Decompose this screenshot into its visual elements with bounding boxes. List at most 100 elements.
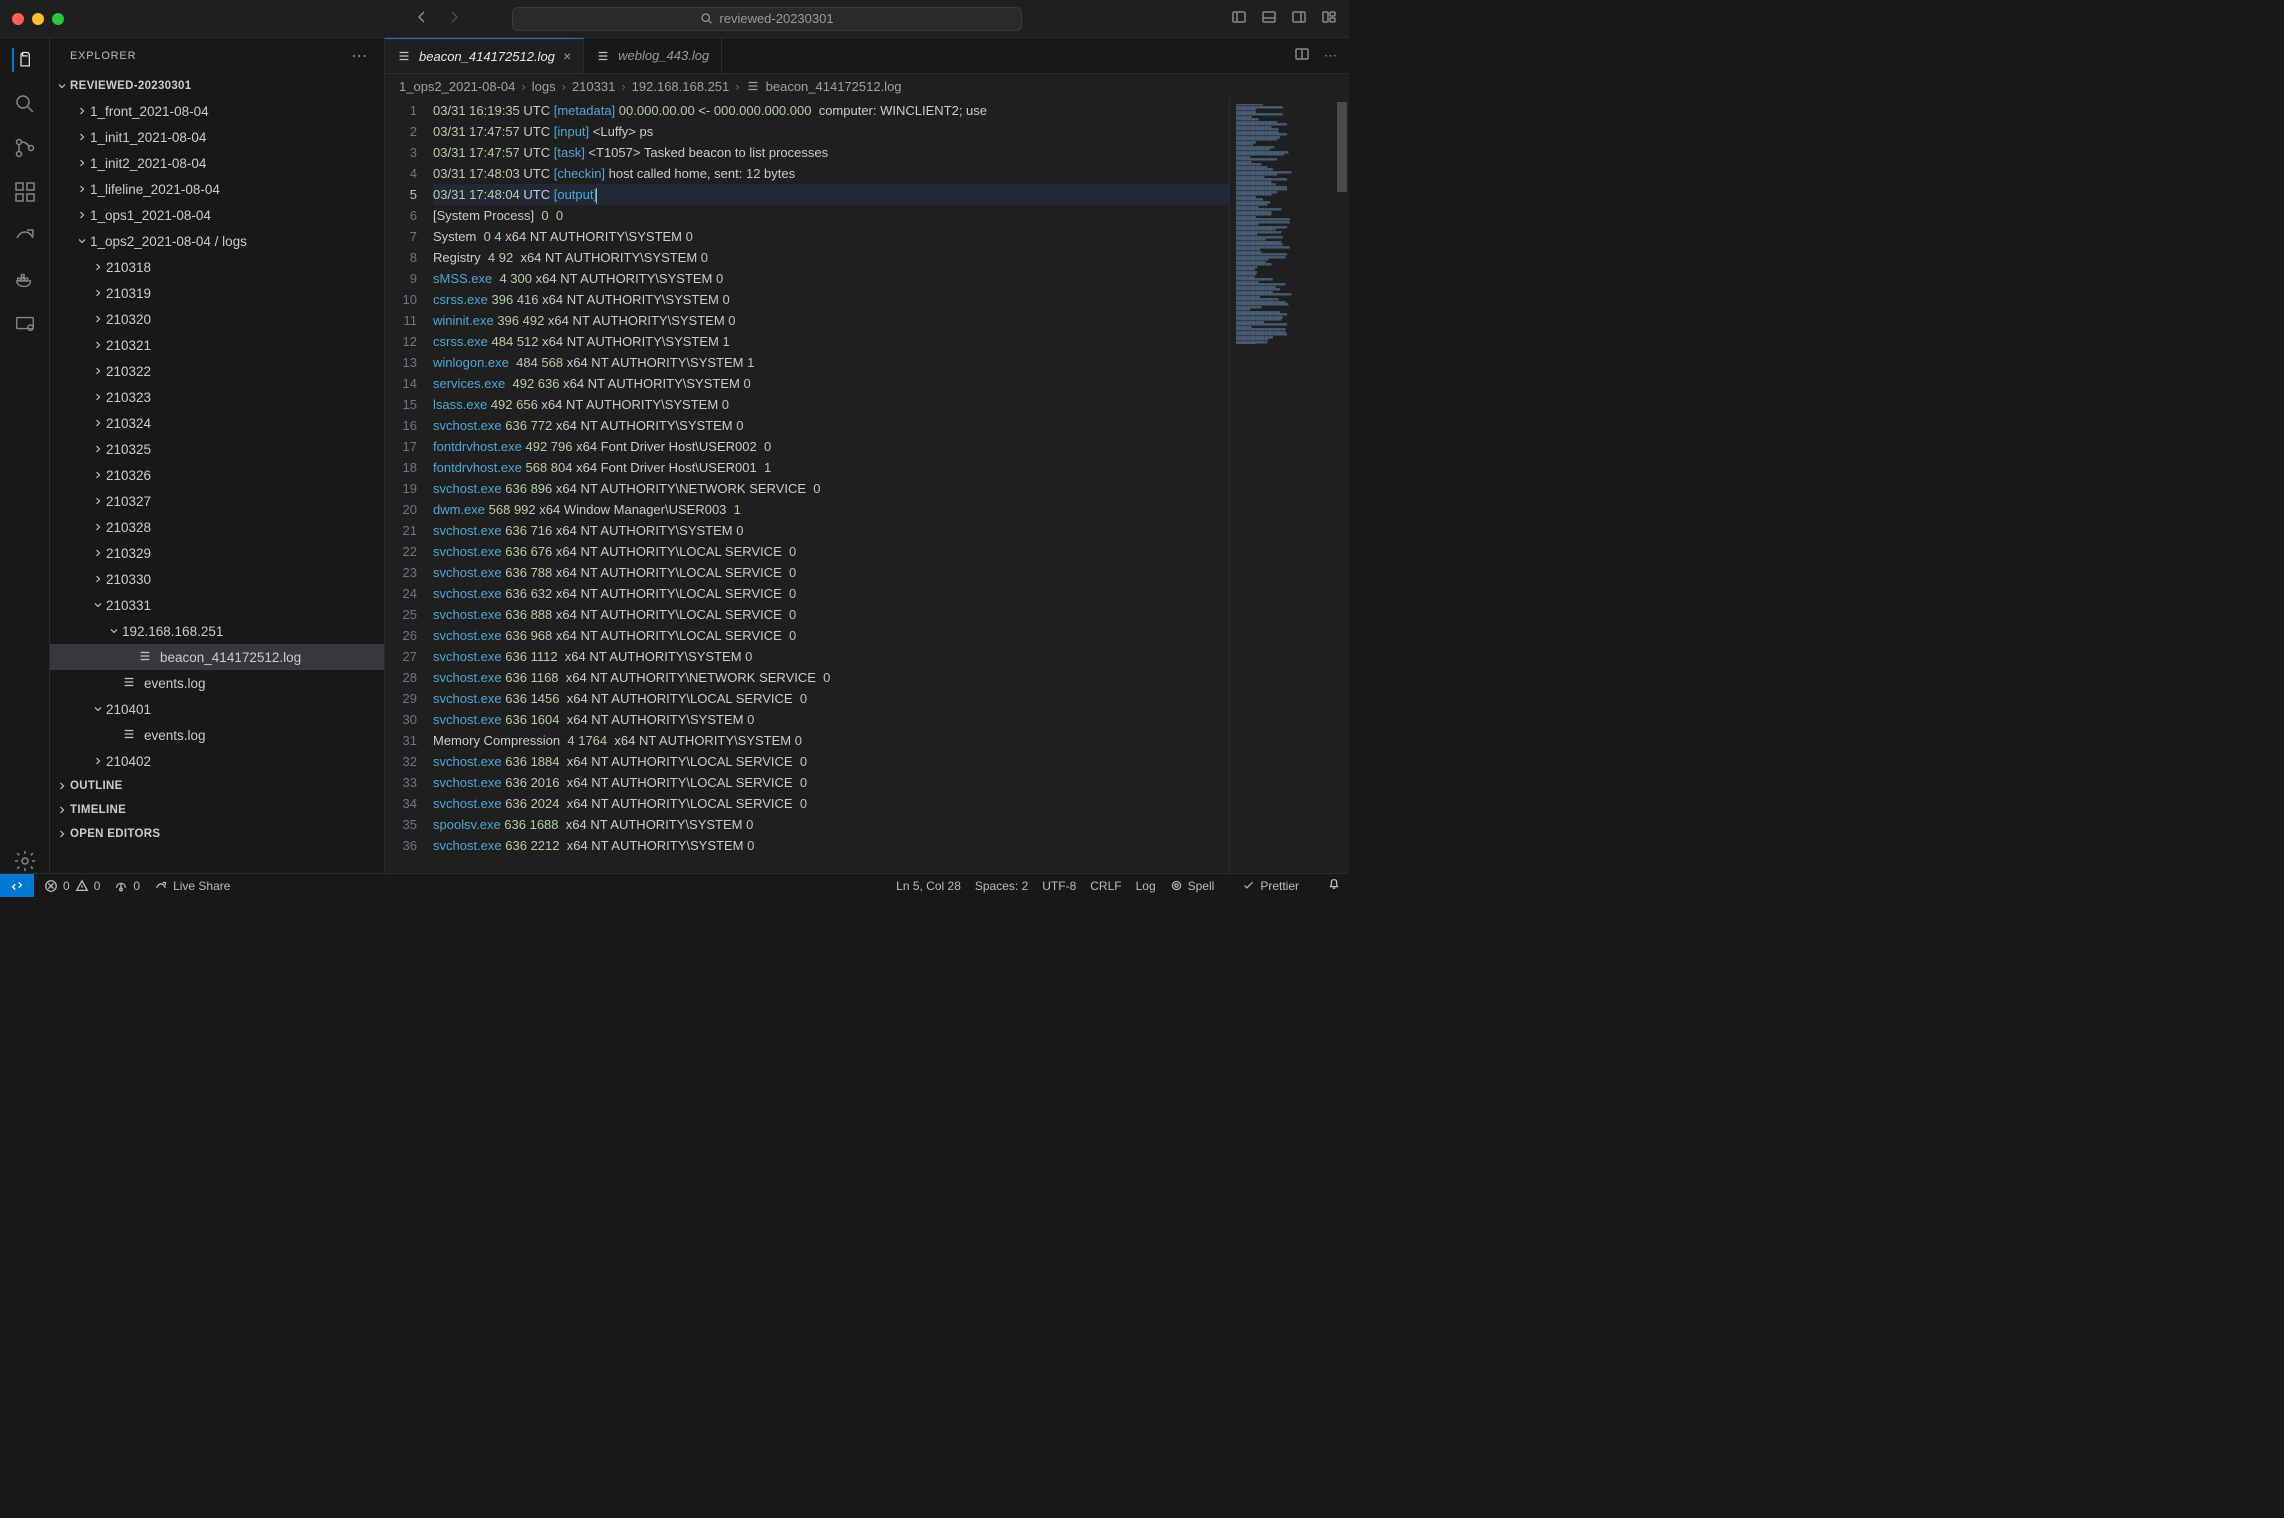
folder-item[interactable]: 210331 bbox=[50, 592, 384, 618]
folder-item[interactable]: 192.168.168.251 bbox=[50, 618, 384, 644]
sidebar: EXPLORER ⋯ REVIEWED-20230301 1_front_202… bbox=[50, 38, 385, 873]
search-icon[interactable] bbox=[13, 92, 37, 116]
folder-item[interactable]: 1_front_2021-08-04 bbox=[50, 98, 384, 124]
layout-controls bbox=[1231, 9, 1337, 28]
indent-status[interactable]: Spaces: 2 bbox=[975, 879, 1028, 893]
editor-tab[interactable]: weblog_443.log bbox=[584, 38, 722, 73]
folder-item[interactable]: 1_init1_2021-08-04 bbox=[50, 124, 384, 150]
breadcrumb-segment[interactable]: 1_ops2_2021-08-04 bbox=[399, 79, 515, 94]
tree-item-label: 210318 bbox=[106, 260, 151, 275]
minimize-window-icon[interactable] bbox=[32, 13, 44, 25]
folder-item[interactable]: 210329 bbox=[50, 540, 384, 566]
chevron-icon bbox=[90, 415, 106, 431]
workspace-root[interactable]: REVIEWED-20230301 bbox=[50, 74, 384, 98]
chevron-icon bbox=[90, 259, 106, 275]
file-item[interactable]: events.log bbox=[50, 722, 384, 748]
folder-item[interactable]: 210320 bbox=[50, 306, 384, 332]
split-editor-icon[interactable] bbox=[1294, 46, 1310, 65]
folder-item[interactable]: 1_ops1_2021-08-04 bbox=[50, 202, 384, 228]
tree-item-label: 210326 bbox=[106, 468, 151, 483]
tree-item-label: events.log bbox=[144, 676, 206, 691]
folder-item[interactable]: 210318 bbox=[50, 254, 384, 280]
eol-status[interactable]: CRLF bbox=[1090, 879, 1121, 893]
folder-item[interactable]: 210319 bbox=[50, 280, 384, 306]
docker-icon[interactable] bbox=[13, 268, 37, 292]
close-window-icon[interactable] bbox=[12, 13, 24, 25]
chevron-icon bbox=[90, 363, 106, 379]
folder-item[interactable]: 1_init2_2021-08-04 bbox=[50, 150, 384, 176]
sidebar-title: EXPLORER bbox=[70, 50, 136, 62]
panel-left-icon[interactable] bbox=[1231, 9, 1247, 28]
encoding-status[interactable]: UTF-8 bbox=[1042, 879, 1076, 893]
chevron-icon bbox=[90, 337, 106, 353]
minimap[interactable]: ███████████████████ ████████████████████… bbox=[1229, 98, 1349, 873]
maximize-window-icon[interactable] bbox=[52, 13, 64, 25]
extensions-icon[interactable] bbox=[13, 180, 37, 204]
breadcrumb-segment[interactable]: 210331 bbox=[572, 79, 615, 94]
sidebar-section[interactable]: TIMELINE bbox=[50, 798, 384, 822]
cursor-position[interactable]: Ln 5, Col 28 bbox=[896, 879, 961, 893]
forward-icon[interactable] bbox=[446, 9, 462, 28]
notifications-icon[interactable] bbox=[1327, 877, 1341, 894]
file-item[interactable]: events.log bbox=[50, 670, 384, 696]
liveshare-status[interactable]: Live Share bbox=[154, 879, 230, 893]
panel-right-icon[interactable] bbox=[1291, 9, 1307, 28]
sidebar-section[interactable]: OUTLINE bbox=[50, 774, 384, 798]
more-icon[interactable]: ⋯ bbox=[351, 46, 368, 66]
editor-body[interactable]: 1234567891011121314151617181920212223242… bbox=[385, 98, 1349, 873]
folder-item[interactable]: 210325 bbox=[50, 436, 384, 462]
tree-item-label: 210401 bbox=[106, 702, 151, 717]
explorer-icon[interactable] bbox=[12, 48, 36, 72]
editor-tab[interactable]: beacon_414172512.log× bbox=[385, 38, 584, 73]
file-item[interactable]: beacon_414172512.log bbox=[50, 644, 384, 670]
chevron-icon bbox=[74, 207, 90, 223]
folder-item[interactable]: 210322 bbox=[50, 358, 384, 384]
remote-button[interactable] bbox=[0, 874, 34, 897]
scrollbar[interactable] bbox=[1335, 98, 1349, 873]
prettier-status[interactable]: Prettier bbox=[1242, 879, 1299, 893]
problems-status[interactable]: 0 0 bbox=[44, 879, 100, 893]
folder-item[interactable]: 210323 bbox=[50, 384, 384, 410]
breadcrumb-segment[interactable]: logs bbox=[532, 79, 556, 94]
tree-item-label: events.log bbox=[144, 728, 206, 743]
tree-item-label: 1_ops1_2021-08-04 bbox=[90, 208, 211, 223]
panel-bottom-icon[interactable] bbox=[1261, 9, 1277, 28]
language-status[interactable]: Log bbox=[1136, 879, 1156, 893]
folder-item[interactable]: 1_ops2_2021-08-04 / logs bbox=[50, 228, 384, 254]
chevron-icon bbox=[106, 623, 122, 639]
tree-item-label: 1_ops2_2021-08-04 / logs bbox=[90, 234, 247, 249]
folder-item[interactable]: 210327 bbox=[50, 488, 384, 514]
share-icon[interactable] bbox=[13, 224, 37, 248]
back-icon[interactable] bbox=[414, 9, 430, 28]
tree-item-label: 210320 bbox=[106, 312, 151, 327]
ports-status[interactable]: 0 bbox=[114, 879, 140, 893]
editor-tabs: beacon_414172512.log×weblog_443.log ⋯ bbox=[385, 38, 1349, 74]
sidebar-section[interactable]: OPEN EDITORS bbox=[50, 822, 384, 846]
folder-item[interactable]: 210401 bbox=[50, 696, 384, 722]
folder-item[interactable]: 210326 bbox=[50, 462, 384, 488]
folder-item[interactable]: 210328 bbox=[50, 514, 384, 540]
settings-gear-icon[interactable] bbox=[13, 849, 37, 873]
file-icon bbox=[596, 49, 610, 63]
more-actions-icon[interactable]: ⋯ bbox=[1324, 48, 1337, 64]
spell-status[interactable]: Spell bbox=[1170, 879, 1215, 893]
layout-icon[interactable] bbox=[1321, 9, 1337, 28]
breadcrumb-segment[interactable]: beacon_414172512.log bbox=[766, 79, 902, 94]
folder-item[interactable]: 210330 bbox=[50, 566, 384, 592]
command-center[interactable]: reviewed-20230301 bbox=[512, 7, 1022, 31]
source-control-icon[interactable] bbox=[13, 136, 37, 160]
tree-item-label: 210327 bbox=[106, 494, 151, 509]
folder-item[interactable]: 1_lifeline_2021-08-04 bbox=[50, 176, 384, 202]
file-icon bbox=[746, 79, 760, 93]
window-controls bbox=[12, 13, 64, 25]
close-icon[interactable]: × bbox=[563, 48, 571, 64]
folder-item[interactable]: 210321 bbox=[50, 332, 384, 358]
folder-item[interactable]: 210402 bbox=[50, 748, 384, 774]
breadcrumb[interactable]: 1_ops2_2021-08-04›logs›210331›192.168.16… bbox=[385, 74, 1349, 98]
chevron-icon bbox=[90, 311, 106, 327]
remote-explorer-icon[interactable] bbox=[13, 312, 37, 336]
breadcrumb-segment[interactable]: 192.168.168.251 bbox=[632, 79, 730, 94]
folder-item[interactable]: 210324 bbox=[50, 410, 384, 436]
code-content[interactable]: 03/31 16:19:35 UTC [metadata] 00.000.00.… bbox=[433, 98, 1229, 873]
tree-item-label: 192.168.168.251 bbox=[122, 624, 223, 639]
